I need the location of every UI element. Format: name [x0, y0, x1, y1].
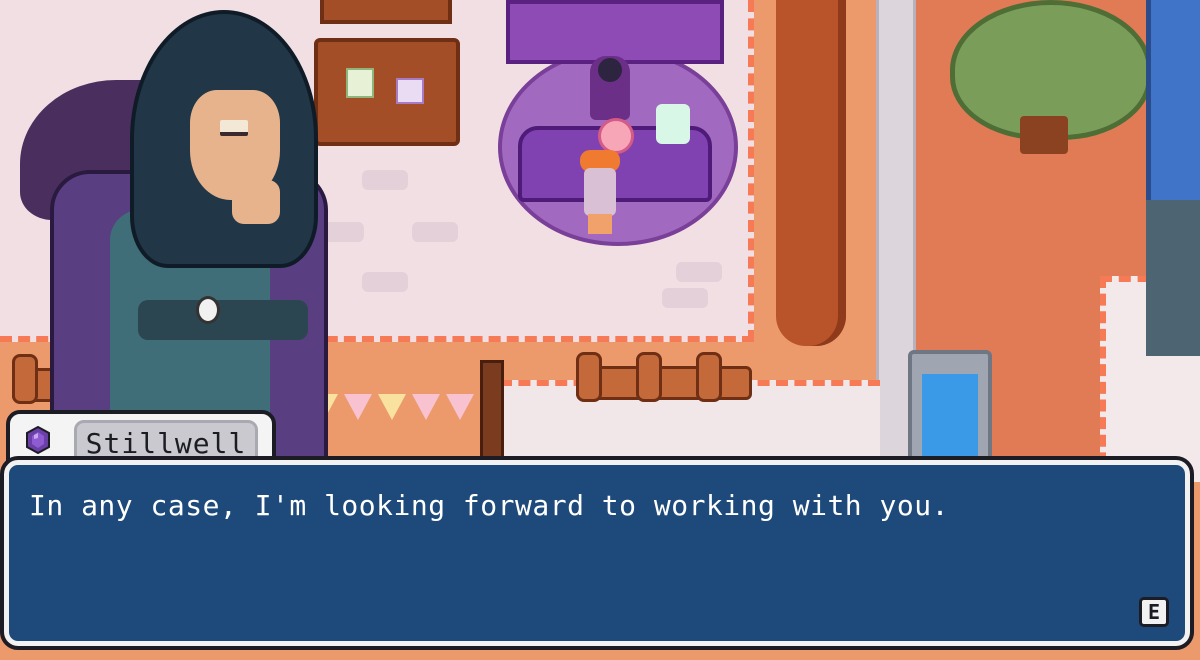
bench — [320, 0, 452, 24]
plaza-tile — [362, 272, 408, 292]
water-trough — [908, 350, 992, 476]
amethyst-gem-icon — [26, 426, 50, 454]
fence — [576, 366, 752, 400]
plaza-tile — [662, 288, 708, 308]
notice-table — [314, 38, 460, 146]
eye — [220, 120, 248, 136]
belt — [138, 300, 308, 340]
advance-key-icon[interactable]: E — [1139, 597, 1169, 627]
plaza-tile — [362, 170, 408, 190]
fortune-canopy — [506, 0, 724, 64]
fence-post — [636, 352, 662, 402]
fence-post — [696, 352, 722, 402]
candles — [656, 104, 690, 144]
plaza-tile — [412, 222, 458, 242]
npc-fortune-teller — [590, 56, 630, 120]
pendant — [196, 296, 220, 324]
bunting — [310, 384, 490, 434]
speaker-portrait — [20, 10, 328, 478]
game-scene: Stillwell In any case, I'm looking forwa… — [0, 0, 1200, 660]
house-roof — [1146, 0, 1200, 200]
dialogue-box[interactable]: In any case, I'm looking forward to work… — [0, 456, 1194, 650]
hand — [232, 180, 280, 224]
note-purple — [396, 78, 424, 104]
fence-post — [576, 352, 602, 402]
dialogue-text: In any case, I'm looking forward to work… — [29, 489, 949, 522]
player-character — [580, 150, 620, 236]
hedge — [776, 0, 846, 346]
plaza-tile — [676, 262, 722, 282]
tree-trunk — [1020, 116, 1068, 154]
crystal-orb — [598, 118, 634, 154]
note-green — [346, 68, 374, 98]
